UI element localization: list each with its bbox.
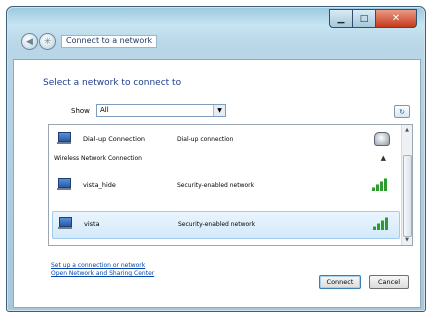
network-status: Security-enabled network — [178, 221, 256, 228]
show-filter-select[interactable]: All ▼ — [96, 104, 226, 117]
back-arrow-icon: ◀ — [26, 36, 33, 47]
connect-button[interactable]: Connect — [319, 275, 361, 289]
links-section: Set up a connection or network Open Netw… — [51, 262, 154, 278]
setup-connection-link[interactable]: Set up a connection or network — [51, 262, 154, 270]
network-name: vista_hide — [83, 181, 116, 189]
network-row-vista[interactable]: vista Security-enabled network — [52, 211, 400, 239]
close-button[interactable]: ✕ — [376, 9, 417, 28]
page-title: Select a network to connect to — [43, 78, 182, 88]
phone-icon — [374, 132, 390, 146]
network-status: Dial-up connection — [177, 136, 234, 143]
breadcrumb: Connect to a network — [61, 35, 158, 48]
minimize-button[interactable]: ▁ — [329, 9, 353, 28]
network-list: Dial-up Connection Dial-up connection Wi… — [48, 124, 413, 246]
group-header-wireless[interactable]: Wireless Network Connection ▲ — [54, 154, 394, 163]
maximize-button[interactable]: □ — [353, 9, 376, 28]
network-name: vista — [84, 220, 100, 228]
network-computer-icon — [56, 132, 72, 146]
caption-buttons: ▁ □ ✕ — [329, 9, 417, 28]
group-header-label: Wireless Network Connection — [54, 155, 142, 162]
scrollbar-thumb[interactable] — [403, 155, 412, 237]
minimize-icon: ▁ — [337, 13, 345, 24]
network-row-dialup[interactable]: Dial-up Connection Dial-up connection — [52, 127, 398, 153]
scroll-up-icon[interactable]: ▲ — [403, 126, 411, 134]
network-wizard-icon: ✳ — [43, 36, 52, 47]
back-button[interactable]: ◀ — [21, 33, 38, 50]
network-row-vista-hide[interactable]: vista_hide Security-enabled network — [52, 173, 398, 199]
network-computer-icon — [57, 217, 73, 231]
refresh-button[interactable]: ↻ — [394, 105, 410, 118]
chevron-down-icon: ▼ — [213, 105, 225, 116]
show-filter-value: All — [100, 106, 109, 114]
vertical-scrollbar[interactable]: ▲ ▼ — [401, 125, 412, 245]
network-status: Security-enabled network — [177, 182, 255, 189]
cancel-button[interactable]: Cancel — [369, 275, 409, 289]
network-name: Dial-up Connection — [83, 135, 146, 143]
signal-strength-icon — [372, 178, 390, 191]
network-sharing-center-link[interactable]: Open Network and Sharing Center — [51, 270, 154, 278]
show-label: Show — [71, 107, 90, 115]
forward-button[interactable]: ✳ — [39, 33, 56, 50]
refresh-icon: ↻ — [399, 107, 405, 116]
signal-strength-icon — [373, 217, 391, 230]
scroll-down-icon[interactable]: ▼ — [403, 236, 411, 244]
connect-network-window: ▁ □ ✕ ◀ ✳ Connect to a network Select a … — [6, 6, 426, 312]
chevron-up-icon: ▲ — [380, 154, 386, 162]
network-computer-icon — [56, 178, 72, 192]
close-icon: ✕ — [391, 13, 401, 24]
maximize-icon: □ — [359, 13, 369, 24]
